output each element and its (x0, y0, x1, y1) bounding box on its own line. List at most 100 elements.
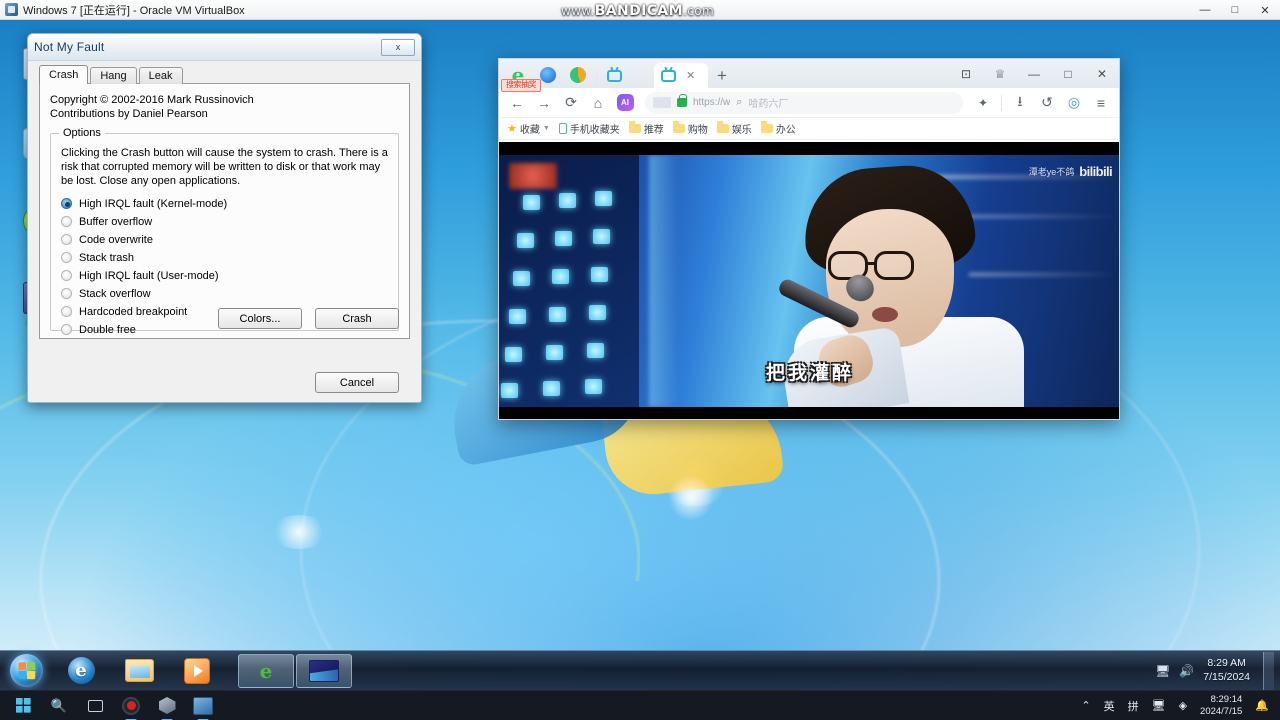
dialog-titlebar[interactable]: Not My Fault x (28, 34, 421, 61)
bookmarks-bar[interactable]: ★ 收藏 ▼ 手机收藏夹 推荐 购物 娱乐 办公 (499, 118, 1119, 140)
cancel-button[interactable]: Cancel (315, 372, 399, 393)
virtualbox-minimize-button[interactable]: — (1190, 0, 1220, 20)
ime-pinyin-indicator[interactable]: 拼 (1128, 698, 1139, 714)
home-button[interactable]: ⌂ (586, 91, 610, 115)
browser-menu-button[interactable]: ≡ (1089, 91, 1113, 115)
taskbar-item-explorer[interactable] (111, 654, 167, 688)
virtualbox-maximize-button[interactable]: □ (1220, 0, 1250, 20)
radio-icon[interactable] (61, 288, 72, 300)
start-button[interactable] (13, 696, 33, 716)
start-button[interactable] (0, 652, 52, 690)
tab-crash[interactable]: Crash (39, 65, 89, 84)
dialog-footer[interactable]: Cancel (315, 372, 399, 393)
notifications-icon[interactable]: 🔔 (1255, 699, 1269, 712)
notmyfault-dialog[interactable]: Not My Fault x Crash Hang Leak Copyright… (27, 33, 422, 403)
browser-tab-2[interactable]: ✕ (654, 63, 708, 88)
browser-window-controls[interactable]: ⊡ ♕ — □ ✕ (949, 59, 1119, 88)
promo-badge[interactable]: 搜索抽奖 (501, 79, 541, 92)
host-taskbar-items[interactable]: 🔍 (0, 696, 213, 720)
host-taskbar[interactable]: 🔍 ⌃ 英 拼 🖥 ◈ 8:29:14 2024/7/15 🔔 (0, 690, 1280, 720)
new-tab-button[interactable]: + (708, 66, 736, 88)
radio-icon[interactable] (61, 252, 72, 264)
show-desktop-button[interactable] (1263, 651, 1274, 690)
sync-icon[interactable]: ◈ (1179, 699, 1187, 712)
radio-icon[interactable] (61, 234, 72, 246)
option-high-irql-kernel[interactable]: High IRQL fault (Kernel-mode) (61, 195, 388, 213)
option-high-irql-user[interactable]: High IRQL fault (User-mode) (61, 267, 388, 285)
tab-leak[interactable]: Leak (138, 67, 183, 84)
options-group-title: Options (59, 126, 105, 139)
taskbar-item-vm-window[interactable] (193, 696, 213, 720)
browser-tabbar[interactable]: e ✕ + ⊡ ♕ — □ ✕ 搜索抽奖 (499, 59, 1119, 92)
back-button[interactable]: ← (505, 91, 529, 115)
ai-icon: AI (616, 94, 634, 111)
network-icon[interactable]: 🖥 (1155, 664, 1170, 678)
dialog-action-buttons[interactable]: Colors... Crash (218, 308, 399, 329)
option-stack-trash[interactable]: Stack trash (61, 249, 388, 267)
dialog-close-button[interactable]: x (381, 38, 415, 56)
bookmark-shopping[interactable]: 购物 (672, 121, 708, 136)
reload-button[interactable]: ⟳ (559, 91, 583, 115)
browser-close-button[interactable]: ✕ (1085, 59, 1119, 88)
chevron-up-icon[interactable]: ⌃ (1081, 699, 1090, 712)
video-player[interactable]: 潭老ye不鸽 bilibili 把我灌醉 (499, 142, 1119, 419)
radio-icon[interactable] (61, 270, 72, 282)
radio-icon[interactable] (61, 198, 72, 210)
option-code-overwrite[interactable]: Code overwrite (61, 231, 388, 249)
browser-maximize-button[interactable]: □ (1051, 59, 1085, 88)
bilibili-logo: bilibili (1079, 164, 1112, 179)
bookmark-office[interactable]: 办公 (760, 121, 796, 136)
taskbar-item-internet-explorer[interactable] (53, 654, 109, 688)
chevron-down-icon[interactable]: ▼ (543, 125, 550, 132)
search-button[interactable]: 🔍 (49, 696, 69, 716)
task-view-button[interactable] (85, 696, 105, 716)
history-button[interactable]: ↺ (1035, 91, 1059, 115)
cloud-sync-icon[interactable]: ◎ (1062, 91, 1086, 115)
virtualbox-window-controls[interactable]: — □ ✕ (1190, 0, 1280, 20)
forward-button[interactable]: → (532, 91, 556, 115)
reader-mode-icon[interactable]: ⊡ (949, 59, 983, 88)
crash-button[interactable]: Crash (315, 308, 399, 329)
tab-hang[interactable]: Hang (90, 67, 137, 84)
windows7-desktop[interactable]: Co Rec 360 notm Not My Fault x (0, 20, 1280, 690)
radio-icon[interactable] (61, 324, 72, 336)
download-button[interactable]: ⭳ (1008, 91, 1032, 115)
colors-button[interactable]: Colors... (218, 308, 302, 329)
browser-minimize-button[interactable]: — (1017, 59, 1051, 88)
bookmark-entertainment[interactable]: 娱乐 (716, 121, 752, 136)
host-system-tray[interactable]: ⌃ 英 拼 🖥 ◈ 8:29:14 2024/7/15 🔔 (1081, 694, 1280, 717)
bookmark-mobile[interactable]: 手机收藏夹 (558, 121, 620, 136)
browser-window[interactable]: e ✕ + ⊡ ♕ — □ ✕ 搜索抽奖 ← → ⟳ ⌂ AI https://… (498, 58, 1120, 420)
option-buffer-overflow[interactable]: Buffer overflow (61, 213, 388, 231)
search-icon[interactable]: ⌕ (736, 96, 742, 109)
bookmark-favorites[interactable]: ★ 收藏 ▼ (507, 121, 550, 136)
windows7-taskbar[interactable]: e 🖥 🔊 8:29 AM 7/15/2024 (0, 650, 1280, 690)
taskbar-item-bandicam[interactable] (121, 696, 141, 720)
windows7-clock[interactable]: 8:29 AM 7/15/2024 (1203, 657, 1250, 683)
bookmark-recommend[interactable]: 推荐 (628, 121, 664, 136)
browser-navbar[interactable]: ← → ⟳ ⌂ AI https://w ⌕ 哈药六厂 ✦ ⭳ ↺ ◎ ≡ (499, 88, 1119, 118)
taskbar-item-360-browser[interactable]: e (238, 653, 294, 688)
browser-tab-1[interactable] (600, 63, 654, 88)
close-icon[interactable]: ✕ (686, 69, 695, 82)
display-icon[interactable]: 🖥 (1152, 699, 1166, 712)
taskbar-item-notmyfault[interactable] (296, 653, 352, 688)
address-bar[interactable]: https://w ⌕ 哈药六厂 (645, 91, 963, 114)
ai-button[interactable]: AI (613, 91, 637, 115)
ime-mode-indicator[interactable]: 英 (1104, 698, 1115, 714)
windows7-system-tray[interactable]: 🖥 🔊 8:29 AM 7/15/2024 (1155, 651, 1280, 690)
taskbar-item-virtualbox[interactable] (157, 696, 177, 720)
dialog-tabstrip[interactable]: Crash Hang Leak (39, 65, 410, 84)
option-stack-overflow[interactable]: Stack overflow (61, 285, 388, 303)
collect-icon[interactable]: ♕ (983, 59, 1017, 88)
favorites-orange-icon[interactable] (565, 62, 591, 88)
radio-icon[interactable] (61, 306, 72, 318)
clock-date: 7/15/2024 (1203, 670, 1250, 683)
radio-icon[interactable] (61, 216, 72, 228)
volume-icon[interactable]: 🔊 (1179, 664, 1194, 678)
host-clock[interactable]: 8:29:14 2024/7/15 (1200, 694, 1242, 717)
virtualbox-close-button[interactable]: ✕ (1250, 0, 1280, 20)
option-label: Hardcoded breakpoint (79, 305, 188, 318)
taskbar-item-media-player[interactable] (169, 654, 225, 688)
extensions-button[interactable]: ✦ (971, 91, 995, 115)
